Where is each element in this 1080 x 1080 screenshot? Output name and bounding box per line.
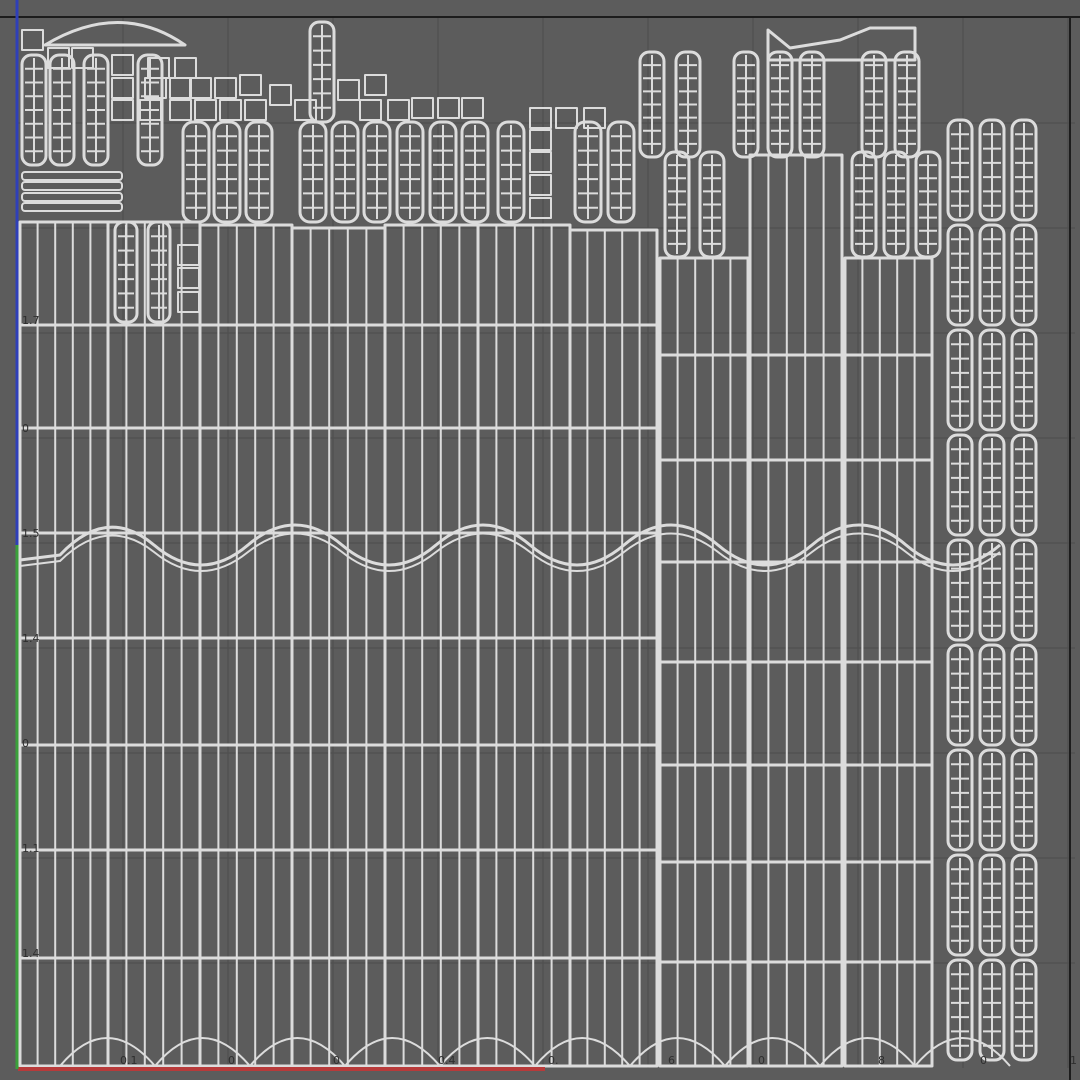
u-label: 0 — [228, 1054, 235, 1067]
uv-island — [529, 151, 552, 173]
uv-island — [21, 171, 123, 181]
uv-island — [461, 97, 484, 119]
uv-island — [411, 97, 434, 119]
corner-label: 1 — [1070, 1054, 1077, 1067]
v-label: 1.4 — [22, 632, 40, 645]
arch-band — [19, 532, 1001, 572]
uv-island — [189, 77, 212, 99]
u-label: 8 — [878, 1054, 885, 1067]
uv-island — [174, 57, 197, 79]
uv-island — [219, 99, 242, 121]
uv-island — [21, 29, 44, 51]
dome — [43, 21, 187, 47]
uv-island — [364, 74, 387, 96]
uv-island — [21, 181, 123, 191]
uv-island — [387, 99, 410, 121]
grid-layer — [0, 16, 1080, 1080]
uv-island — [244, 99, 267, 121]
uv-island — [169, 99, 192, 121]
uv-shell — [198, 223, 294, 1068]
uv-island — [529, 174, 552, 196]
v-label: 1.1 — [22, 842, 40, 855]
uv-shell — [748, 153, 844, 1068]
v-label: 1.5 — [22, 527, 40, 540]
uv-island — [294, 99, 317, 121]
uv-island — [214, 77, 237, 99]
uv-island — [529, 197, 552, 219]
uv-island — [529, 107, 552, 129]
uv-island — [437, 97, 460, 119]
u-label: 6 — [668, 1054, 675, 1067]
v-label: 1.7 — [22, 314, 40, 327]
u-label: 0. — [548, 1054, 559, 1067]
u-label: 0.1 — [120, 1054, 138, 1067]
uv-island — [239, 74, 262, 96]
uv-island — [169, 77, 192, 99]
uv-shell — [290, 226, 387, 1068]
u-label: 0 — [758, 1054, 765, 1067]
uv-island — [337, 79, 360, 101]
uv-island — [21, 192, 123, 202]
uv-island — [555, 107, 578, 129]
uv-island — [359, 99, 382, 121]
uv-wireframe[interactable] — [18, 20, 1038, 1068]
v-label: 1.4 — [22, 947, 40, 960]
arch — [249, 1037, 346, 1067]
uv-shell — [476, 223, 572, 1068]
uv-island — [21, 202, 123, 212]
u-label: 0 — [980, 1054, 987, 1067]
arch-band — [19, 523, 1001, 567]
uv-canvas[interactable] — [0, 0, 1080, 1080]
uv-shell — [383, 223, 480, 1068]
u-label: 0 — [333, 1054, 340, 1067]
uv-island — [269, 84, 292, 106]
uv-island — [529, 129, 552, 151]
arch — [344, 1037, 441, 1067]
uv-editor-viewport[interactable]: 0.1 0 0 0.4 0. 6 0 8 0 1.7 0 1.5 1.4 0 1… — [0, 0, 1080, 1080]
arch — [819, 1037, 916, 1067]
v-label: 0 — [22, 737, 29, 750]
v-label: 0 — [22, 422, 29, 435]
uv-island — [194, 99, 217, 121]
arch — [154, 1037, 251, 1067]
u-label: 0.4 — [438, 1054, 456, 1067]
uv-shell — [106, 220, 202, 1068]
